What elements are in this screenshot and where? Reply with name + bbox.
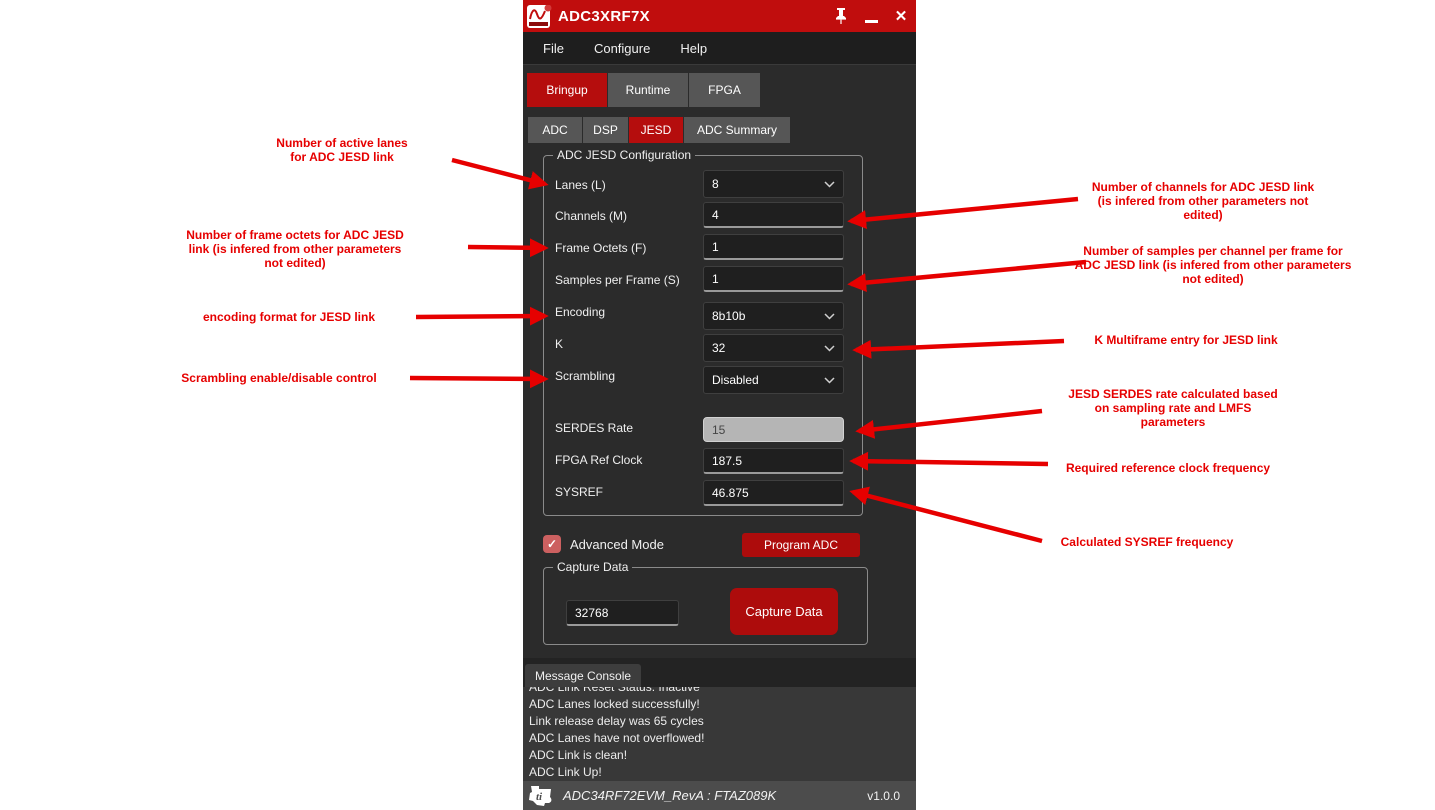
serdes-rate-label: SERDES Rate	[555, 421, 633, 435]
menubar: File Configure Help	[523, 32, 916, 65]
message-console-tab[interactable]: Message Console	[525, 664, 641, 687]
tab-jesd[interactable]: JESD	[629, 117, 684, 143]
capture-group-title: Capture Data	[553, 560, 632, 574]
scrambling-dropdown[interactable]: Disabled	[703, 366, 844, 394]
close-button[interactable]: ✕	[886, 0, 916, 32]
menu-file[interactable]: File	[533, 41, 574, 56]
window-title: ADC3XRF7X	[558, 8, 826, 25]
tab-dsp[interactable]: DSP	[583, 117, 629, 143]
chevron-down-icon	[824, 313, 835, 320]
channels-label: Channels (M)	[555, 209, 627, 223]
channels-input[interactable]	[703, 202, 844, 228]
chevron-down-icon	[824, 377, 835, 384]
app-icon	[527, 5, 550, 28]
capture-samples-input[interactable]	[566, 600, 679, 626]
annotation-lanes: Number of active lanes for ADC JESD link	[217, 136, 467, 164]
tab-adc[interactable]: ADC	[528, 117, 583, 143]
status-version: v1.0.0	[867, 789, 900, 803]
tab-bringup[interactable]: Bringup	[527, 73, 608, 107]
main-tab-bar: Bringup Runtime FPGA	[527, 73, 761, 107]
k-dropdown[interactable]: 32	[703, 334, 844, 362]
annotation-encoding: encoding format for JESD link	[158, 310, 420, 324]
sub-tab-bar: ADC DSP JESD ADC Summary	[528, 117, 791, 143]
lanes-label: Lanes (L)	[555, 178, 606, 192]
menu-help[interactable]: Help	[670, 41, 717, 56]
console-line: ADC Link Up!	[529, 764, 916, 781]
console-line: ADC Link is clean!	[529, 747, 916, 764]
annotation-k-multiframe: K Multiframe entry for JESD link	[1055, 333, 1317, 347]
frame-octets-input[interactable]	[703, 234, 844, 260]
lanes-dropdown[interactable]: 8	[703, 170, 844, 198]
console-line: Link release delay was 65 cycles	[529, 713, 916, 730]
capture-data-button[interactable]: Capture Data	[730, 588, 838, 635]
serdes-rate-field: 15	[703, 417, 844, 442]
fpga-ref-clock-label: FPGA Ref Clock	[555, 453, 642, 467]
tab-runtime[interactable]: Runtime	[608, 73, 689, 107]
samples-per-frame-label: Samples per Frame (S)	[555, 273, 680, 287]
k-label: K	[555, 337, 563, 351]
console-line: ADC Lanes have not overflowed!	[529, 730, 916, 747]
jesd-group-title: ADC JESD Configuration	[553, 148, 695, 162]
frame-octets-label: Frame Octets (F)	[555, 241, 646, 255]
tab-adc-summary[interactable]: ADC Summary	[684, 117, 791, 143]
tab-fpga[interactable]: FPGA	[689, 73, 761, 107]
chevron-down-icon	[824, 345, 835, 352]
status-device-text: ADC34RF72EVM_RevA : FTAZ089K	[563, 788, 867, 803]
advanced-mode-label: Advanced Mode	[570, 537, 664, 552]
app-window: ADC3XRF7X ✕ File Configure Help Bringup	[523, 0, 916, 810]
encoding-label: Encoding	[555, 305, 605, 319]
sysref-input[interactable]	[703, 480, 844, 506]
lanes-value: 8	[712, 177, 719, 191]
message-console[interactable]: ADC Link Reset Status: Inactive ADC Lane…	[523, 687, 916, 781]
sysref-label: SYSREF	[555, 485, 603, 499]
annotation-channels: Number of channels for ADC JESD link (is…	[1072, 180, 1334, 222]
advanced-mode-row: ✓ Advanced Mode	[543, 535, 664, 553]
annotation-scrambling: Scrambling enable/disable control	[148, 371, 410, 385]
scrambling-value: Disabled	[712, 373, 759, 387]
annotation-samples-per-frame: Number of samples per channel per frame …	[1047, 244, 1379, 286]
encoding-dropdown[interactable]: 8b10b	[703, 302, 844, 330]
capture-data-group: Capture Data Capture Data	[543, 567, 868, 645]
scrambling-label: Scrambling	[555, 369, 615, 383]
console-lines: ADC Link Reset Status: Inactive ADC Lane…	[523, 687, 916, 781]
annotation-serdes-rate: JESD SERDES rate calculated based on sam…	[1052, 387, 1294, 429]
svg-text:ti: ti	[536, 791, 543, 803]
program-adc-button[interactable]: Program ADC	[742, 533, 860, 557]
minimize-button[interactable]	[856, 0, 886, 32]
fpga-ref-clock-input[interactable]	[703, 448, 844, 474]
k-value: 32	[712, 341, 725, 355]
console-line: ADC Link Reset Status: Inactive	[529, 687, 916, 696]
ti-logo-icon: ti	[527, 784, 555, 808]
samples-per-frame-input[interactable]	[703, 266, 844, 292]
advanced-mode-checkbox[interactable]: ✓	[543, 535, 561, 553]
annotation-frame-octets: Number of frame octets for ADC JESD link…	[172, 228, 418, 270]
check-icon: ✓	[547, 537, 557, 551]
annotation-fpga-ref-clock: Required reference clock frequency	[1037, 461, 1299, 475]
page: ADC3XRF7X ✕ File Configure Help Bringup	[0, 0, 1435, 810]
console-line: ADC Lanes locked successfully!	[529, 696, 916, 713]
encoding-value: 8b10b	[712, 309, 745, 323]
statusbar: ti ADC34RF72EVM_RevA : FTAZ089K v1.0.0	[523, 781, 916, 810]
annotation-sysref: Calculated SYSREF frequency	[1016, 535, 1278, 549]
chevron-down-icon	[824, 181, 835, 188]
titlebar: ADC3XRF7X ✕	[523, 0, 916, 32]
pin-icon[interactable]	[826, 0, 856, 32]
menu-configure[interactable]: Configure	[584, 41, 660, 56]
